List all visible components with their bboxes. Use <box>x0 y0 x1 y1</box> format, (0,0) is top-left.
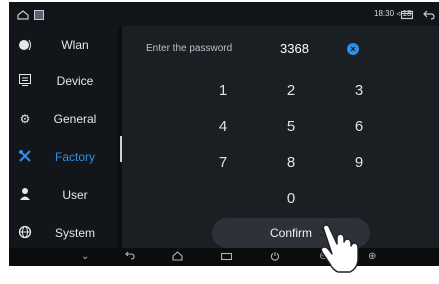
key-4[interactable]: 4 <box>198 114 248 140</box>
key-2[interactable]: 2 <box>266 78 316 104</box>
key-3[interactable]: 3 <box>334 78 384 104</box>
image-icon <box>34 2 44 26</box>
tools-icon <box>17 149 33 165</box>
key-0[interactable]: 0 <box>266 186 316 212</box>
password-row: Enter the password 3368 × <box>122 34 439 64</box>
password-panel: Enter the password 3368 × 1 2 3 4 5 6 7 … <box>122 26 439 248</box>
pointing-hand-icon <box>319 222 359 273</box>
device-icon <box>17 73 33 89</box>
key-6[interactable]: 6 <box>334 114 384 140</box>
key-9[interactable]: 9 <box>334 150 384 176</box>
home-icon[interactable] <box>172 248 183 266</box>
window-icon[interactable] <box>400 2 414 26</box>
volume-up-icon[interactable]: ⊕ <box>368 248 376 266</box>
clock-time: 18:30 <box>374 9 395 18</box>
head-unit-screen: 18:30 ◃ 18 Wlan Device ⚙ General Factory… <box>9 2 439 266</box>
sidebar-item-label: System <box>54 226 95 240</box>
sidebar-item-label: Device <box>56 74 94 88</box>
sidebar-item-wlan[interactable]: Wlan <box>9 26 117 64</box>
sidebar-item-label: Factory <box>54 150 95 164</box>
chevron-down-icon[interactable]: ⌄ <box>81 248 89 266</box>
home-outline-icon[interactable] <box>17 2 29 26</box>
speaker-icon: ◃ <box>396 9 401 18</box>
power-icon[interactable] <box>270 248 280 266</box>
back-arrow-icon[interactable] <box>423 2 435 26</box>
sidebar-item-user[interactable]: User <box>9 176 117 214</box>
clear-x-icon[interactable]: × <box>347 43 359 55</box>
status-bar: 18:30 ◃ 18 <box>9 2 439 26</box>
key-1[interactable]: 1 <box>198 78 248 104</box>
recents-icon[interactable] <box>220 248 233 266</box>
key-7[interactable]: 7 <box>198 150 248 176</box>
navigation-bar: ⌄ ⊖ ⊕ <box>9 248 439 266</box>
sidebar-item-general[interactable]: ⚙ General <box>9 100 117 138</box>
globe-icon <box>17 225 33 241</box>
wifi-icon <box>17 37 33 53</box>
key-8[interactable]: 8 <box>266 150 316 176</box>
user-icon <box>17 187 33 203</box>
back-icon[interactable] <box>125 248 135 266</box>
sidebar-item-system[interactable]: System <box>9 214 117 252</box>
sidebar-item-factory[interactable]: Factory <box>9 138 117 176</box>
gear-icon: ⚙ <box>19 112 31 126</box>
password-field[interactable]: 3368 <box>280 34 309 64</box>
sidebar-item-label: General <box>53 112 97 126</box>
sidebar-item-device[interactable]: Device <box>9 62 117 100</box>
key-5[interactable]: 5 <box>266 114 316 140</box>
settings-sidebar: Wlan Device ⚙ General Factory User Syste… <box>9 26 117 248</box>
password-prompt: Enter the password <box>146 43 233 54</box>
sidebar-item-label: Wlan <box>61 38 89 52</box>
sidebar-item-label: User <box>62 188 88 202</box>
